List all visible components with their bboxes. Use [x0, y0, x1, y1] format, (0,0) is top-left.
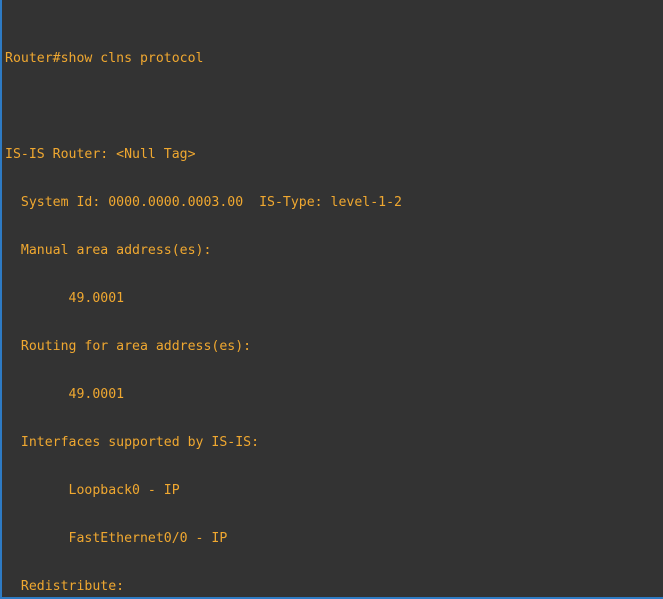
terminal-line: Interfaces supported by IS-IS: [5, 435, 260, 450]
terminal-line: 49.0001 [5, 291, 125, 306]
terminal-output-area[interactable]: Router#show clns protocol IS-IS Router: … [2, 3, 663, 597]
terminal-window[interactable]: Router#show clns protocol IS-IS Router: … [0, 0, 663, 599]
terminal-line: Router#show clns protocol [5, 51, 204, 66]
terminal-line: Manual area address(es): [5, 243, 212, 258]
terminal-line: Redistribute: [5, 579, 125, 594]
terminal-line: Routing for area address(es): [5, 339, 252, 354]
terminal-line: 49.0001 [5, 387, 125, 402]
terminal-line: System Id: 0000.0000.0003.00 IS-Type: le… [5, 195, 402, 210]
terminal-line: FastEthernet0/0 - IP [5, 531, 228, 546]
terminal-line: Loopback0 - IP [5, 483, 180, 498]
terminal-line: IS-IS Router: <Null Tag> [5, 147, 196, 162]
